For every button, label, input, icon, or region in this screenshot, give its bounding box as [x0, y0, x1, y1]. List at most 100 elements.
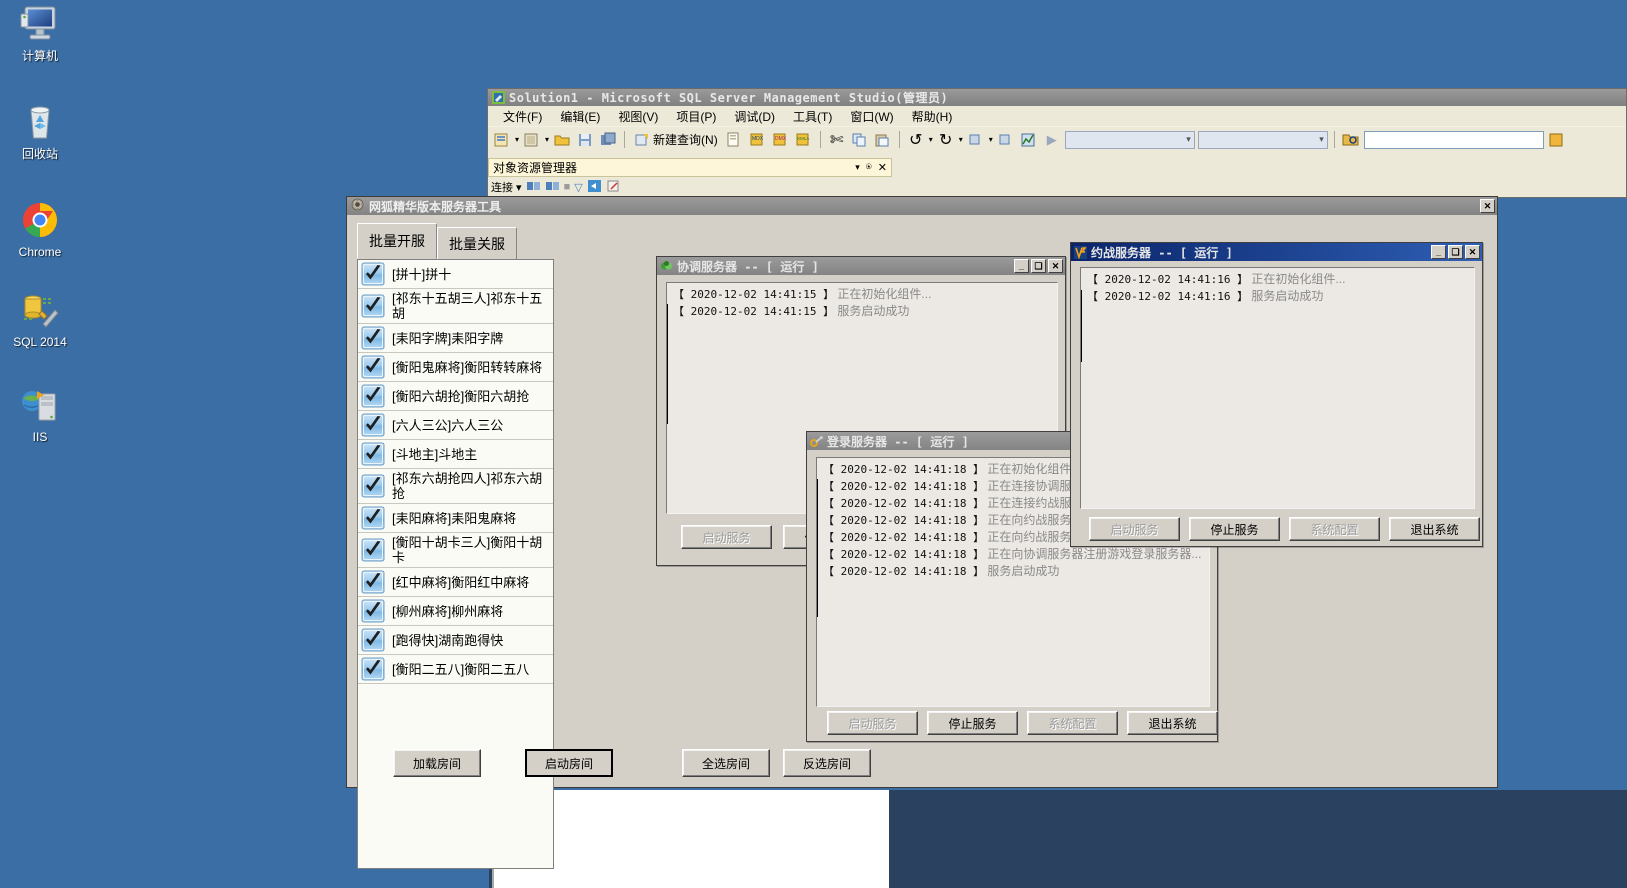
chevron-down-icon-2[interactable]: ▾	[545, 135, 549, 144]
server-combo[interactable]: ▾	[1198, 131, 1328, 149]
coordinator-window-controls[interactable]: _ ❑ ✕	[1014, 259, 1063, 273]
server-button-2[interactable]: 停止服务	[927, 711, 1018, 735]
ssms-menubar[interactable]: 文件(F) 编辑(E) 视图(V) 项目(P) 调试(D) 工具(T) 窗口(W…	[488, 106, 1626, 126]
paste-icon[interactable]	[873, 130, 893, 150]
save-icon[interactable]	[575, 130, 595, 150]
minimize-button[interactable]: _	[1014, 259, 1029, 273]
room-checkbox[interactable]	[361, 262, 385, 286]
close-button[interactable]: ✕	[1465, 245, 1480, 259]
navigate-back-icon[interactable]	[966, 130, 986, 150]
room-checkbox[interactable]	[361, 538, 385, 562]
room-checkbox[interactable]	[361, 570, 385, 594]
room-list-item[interactable]: [祁东十五胡三人]祁东十五胡	[358, 289, 553, 324]
close-button[interactable]: ✕	[1048, 259, 1063, 273]
room-list[interactable]: [拼十]拼十[祁东十五胡三人]祁东十五胡[耒阳字牌]耒阳字牌[衡阳鬼麻将]衡阳转…	[357, 259, 554, 869]
room-list-item[interactable]: [衡阳鬼麻将]衡阳转转麻将	[358, 353, 553, 382]
desktop-icon-sql-2014[interactable]: SQL 2014	[0, 290, 80, 349]
connect-dropdown-button[interactable]: 连接 ▾	[491, 179, 522, 195]
connect-object-explorer-icon[interactable]	[526, 179, 541, 196]
room-list-item[interactable]: [红中麻将]衡阳红中麻将	[358, 568, 553, 597]
open-folder-icon[interactable]	[552, 130, 572, 150]
battle-log[interactable]: 【 2020-12-02 14:41:16 】 正在初始化组件...【 2020…	[1080, 267, 1475, 509]
chevron-down-icon[interactable]: ▾	[515, 135, 519, 144]
object-explorer-panel[interactable]: 对象资源管理器 ▾ ⍟ ✕ 连接 ▾ ■ ▽	[488, 158, 892, 198]
menu-view[interactable]: 视图(V)	[609, 106, 667, 127]
room-list-item[interactable]: [祁东六胡抢四人]祁东六胡抢	[358, 469, 553, 504]
desktop-icon-iis[interactable]: IIS	[0, 385, 80, 444]
tool-button-3[interactable]: 全选房间	[682, 749, 770, 777]
navigate-dropdown-icon[interactable]: ▾	[989, 135, 993, 144]
room-list-item[interactable]: [衡阳二五八]衡阳二五八	[358, 655, 553, 684]
help-icon[interactable]	[606, 179, 621, 196]
menu-window[interactable]: 窗口(W)	[841, 106, 902, 127]
room-checkbox[interactable]	[361, 384, 385, 408]
coordinator-titlebar[interactable]: 协调服务器 -- [ 运行 ] _ ❑ ✕	[657, 257, 1065, 275]
tool-button-1[interactable]: 加载房间	[393, 749, 481, 777]
menu-file[interactable]: 文件(F)	[494, 106, 551, 127]
db-engine-query-icon[interactable]	[725, 130, 745, 150]
room-list-item[interactable]: [柳州麻将]柳州麻将	[358, 597, 553, 626]
tool-button-4[interactable]: 反选房间	[783, 749, 871, 777]
pin-icon[interactable]: ⍟	[866, 162, 872, 173]
room-checkbox[interactable]	[361, 474, 385, 498]
object-explorer-toolbar[interactable]: 连接 ▾ ■ ▽	[488, 177, 892, 197]
mdx-query-icon[interactable]: MDX	[748, 130, 768, 150]
cut-icon[interactable]: ✄	[827, 130, 847, 150]
room-list-item[interactable]: [斗地主]斗地主	[358, 440, 553, 469]
ssms-titlebar[interactable]: Solution1 - Microsoft SQL Server Managem…	[488, 89, 1626, 106]
close-icon[interactable]: ✕	[878, 161, 887, 174]
redo-dropdown-icon[interactable]: ▾	[959, 135, 963, 144]
desktop-icon-recycle-bin[interactable]: 回收站	[0, 102, 80, 161]
object-explorer-titlebar[interactable]: 对象资源管理器 ▾ ⍟ ✕	[488, 158, 892, 177]
undo-icon[interactable]: ↺	[906, 130, 926, 150]
refresh-icon[interactable]	[587, 179, 602, 196]
server-button-4[interactable]: 退出系统	[1389, 517, 1480, 541]
panel-dropdown-icon[interactable]: ▾	[855, 162, 860, 173]
server-button-4[interactable]: 退出系统	[1127, 711, 1218, 735]
room-checkbox[interactable]	[361, 442, 385, 466]
undo-dropdown-icon[interactable]: ▾	[929, 135, 933, 144]
battle-server-window[interactable]: 约战服务器 -- [ 运行 ] _ ❑ ✕ 【 2020-12-02 14:41…	[1070, 242, 1483, 547]
server-tool-titlebar[interactable]: 网狐精华版本服务器工具 ✕	[347, 197, 1497, 215]
minimize-button[interactable]: _	[1431, 245, 1446, 259]
menu-debug[interactable]: 调试(D)	[725, 106, 784, 127]
room-list-item[interactable]: [耒阳麻将]耒阳鬼麻将	[358, 504, 553, 533]
room-list-item[interactable]: [跑得快]湖南跑得快	[358, 626, 553, 655]
room-checkbox[interactable]	[361, 413, 385, 437]
find-next-icon[interactable]	[1547, 130, 1567, 150]
disconnect-icon[interactable]	[545, 179, 560, 196]
tool-button-2[interactable]: 启动房间	[525, 749, 613, 777]
room-list-item[interactable]: [拼十]拼十	[358, 260, 553, 289]
room-checkbox[interactable]	[361, 657, 385, 681]
battle-titlebar[interactable]: 约战服务器 -- [ 运行 ] _ ❑ ✕	[1071, 243, 1482, 261]
maximize-button[interactable]: ❑	[1031, 259, 1046, 273]
navigate-forward-icon[interactable]	[996, 130, 1016, 150]
tab-batch-start[interactable]: 批量开服	[357, 223, 437, 259]
tab-batch-stop[interactable]: 批量关服	[437, 227, 517, 259]
room-checkbox[interactable]	[361, 326, 385, 350]
ssms-toolbar[interactable]: ▾ ▾ 新建查询(N) MDX DMX XMLA ✄	[488, 126, 1626, 152]
server-button-2[interactable]: 停止服务	[1189, 517, 1280, 541]
maximize-button[interactable]: ❑	[1448, 245, 1463, 259]
database-combo[interactable]: ▾	[1065, 131, 1195, 149]
menu-help[interactable]: 帮助(H)	[903, 106, 962, 127]
redo-icon[interactable]: ↻	[936, 130, 956, 150]
room-list-item[interactable]: [衡阳六胡抢]衡阳六胡抢	[358, 382, 553, 411]
menu-tools[interactable]: 工具(T)	[784, 106, 841, 127]
filter-icon[interactable]: ▽	[574, 181, 582, 194]
add-item-icon[interactable]	[522, 130, 542, 150]
find-in-files-icon[interactable]	[1341, 130, 1361, 150]
room-checkbox[interactable]	[361, 599, 385, 623]
menu-edit[interactable]: 编辑(E)	[551, 106, 609, 127]
tabstrip[interactable]: 批量开服 批量关服	[357, 223, 517, 259]
battle-window-controls[interactable]: _ ❑ ✕	[1431, 245, 1480, 259]
close-button[interactable]: ✕	[1480, 199, 1495, 213]
show-plan-icon[interactable]	[1019, 130, 1039, 150]
room-list-item[interactable]: [耒阳字牌]耒阳字牌	[358, 324, 553, 353]
room-list-item[interactable]: [衡阳十胡卡三人]衡阳十胡卡	[358, 533, 553, 568]
copy-icon[interactable]	[850, 130, 870, 150]
new-query-button[interactable]: 新建查询(N)	[631, 131, 722, 148]
room-checkbox[interactable]	[361, 294, 385, 318]
desktop-icon-computer[interactable]: 计算机	[0, 4, 80, 63]
room-checkbox[interactable]	[361, 506, 385, 530]
